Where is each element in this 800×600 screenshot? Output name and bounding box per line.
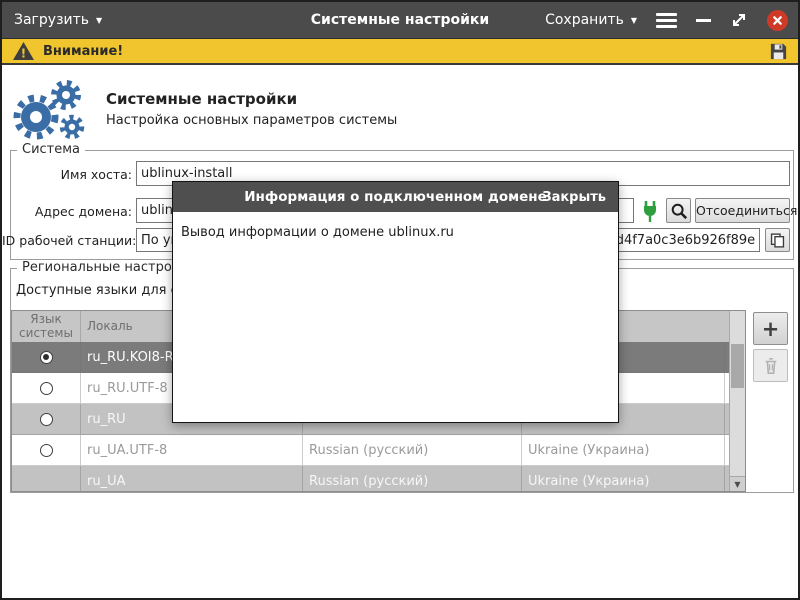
connect-domain-button[interactable] [637,198,663,223]
cell-system-language [12,404,81,434]
magnifier-icon [670,202,688,220]
hostname-label: Имя хоста: [2,167,132,182]
domain-info-dialog: Информация о подключенном домене Закрыть… [172,181,619,423]
system-group-legend: Система [17,142,85,157]
caret-down-icon: ▼ [631,17,637,25]
titlebar-controls: Сохранить ▼ [545,2,788,38]
warning-bar: ! Внимание! [2,38,798,65]
cell-locale: ru_UA.UTF-8 [81,435,303,465]
locale-radio-button[interactable] [40,413,53,426]
station-id-label: ID рабочей станции: [2,233,132,248]
dialog-title: Информация о подключенном домене [244,189,547,205]
domain-label: Адрес домена: [2,204,132,219]
minimize-button[interactable] [696,19,711,22]
svg-text:!: ! [21,47,27,61]
hamburger-menu-icon[interactable] [656,13,677,28]
locale-radio-button[interactable] [40,351,53,364]
table-row[interactable]: ru_UA.UTF-8 Russian (русский) Ukraine (У… [12,435,729,466]
close-x-icon [772,15,783,26]
trash-icon [762,356,780,376]
delete-locale-button[interactable] [753,349,788,382]
resize-diagonal-icon [730,11,748,29]
locale-radio-button[interactable] [40,444,53,457]
close-button[interactable] [767,10,788,31]
save-settings-button[interactable] [769,42,788,61]
cell-system-language [12,373,81,403]
gears-icon [6,80,92,144]
vertical-scrollbar[interactable]: ▼ [729,311,745,491]
warning-triangle-icon: ! [12,41,35,61]
table-row[interactable]: ru_UA Russian (русский) Ukraine (Украина… [12,466,729,491]
copy-icon [769,232,786,249]
page-subtitle: Настройка основных параметров системы [106,113,397,128]
page-title: Системные настройки [106,90,297,108]
cell-system-language [12,466,81,491]
plug-icon [639,199,661,223]
floppy-disk-icon [769,42,788,61]
cell-locale: ru_UA [81,466,303,491]
cell-system-language [12,435,81,465]
cell-system-language [12,342,81,372]
window-title: Системные настройки [311,2,489,38]
warning-text: Внимание! [43,44,123,59]
add-locale-button[interactable]: + [753,312,788,345]
system-settings-window: Загрузить ▼ Системные настройки Сохранит… [0,0,800,600]
locale-radio-button[interactable] [40,382,53,395]
load-menu-button[interactable]: Загрузить ▼ [14,2,102,38]
cell-territory: Ukraine (Украина) [522,435,725,465]
search-domain-button[interactable] [666,198,691,223]
cell-territory: Ukraine (Украина) [522,466,725,491]
save-menu-button[interactable]: Сохранить ▼ [545,12,637,28]
dialog-header[interactable]: Информация о подключенном домене Закрыть [173,182,618,212]
dialog-body-text: Вывод информации о домене ublinux.ru [181,225,454,240]
disconnect-button[interactable]: Отсоединиться [695,198,790,223]
copy-id-button[interactable] [765,228,790,252]
scroll-down-button[interactable]: ▼ [730,476,745,491]
load-menu-label: Загрузить [14,12,89,28]
caret-down-icon: ▼ [96,17,102,25]
column-header-system-language[interactable]: Язык системы [12,311,81,342]
fullscreen-button[interactable] [730,11,748,29]
titlebar: Загрузить ▼ Системные настройки Сохранит… [2,2,798,38]
scrollbar-thumb[interactable] [731,344,744,388]
save-menu-label: Сохранить [545,12,624,28]
cell-language: Russian (русский) [303,435,522,465]
dialog-close-button[interactable]: Закрыть [542,182,606,212]
cell-language: Russian (русский) [303,466,522,491]
